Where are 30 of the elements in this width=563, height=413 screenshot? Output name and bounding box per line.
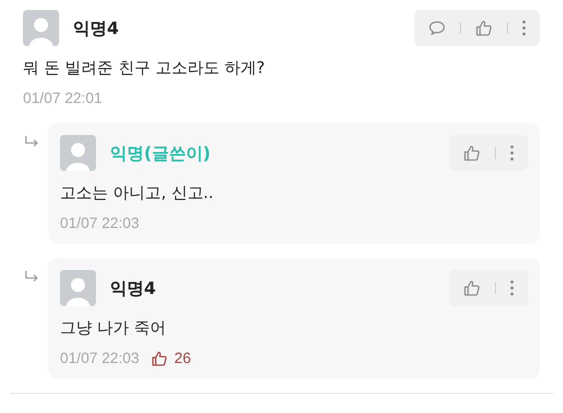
more-button[interactable] — [510, 145, 514, 161]
more-icon — [510, 280, 514, 296]
reply-arrow-icon — [24, 270, 40, 284]
author-name: 익명4 — [110, 278, 156, 300]
more-icon — [522, 20, 526, 36]
comment-time: 01/07 22:03 — [60, 350, 140, 367]
comment-text: 뭐 돈 빌려준 친구 고소라도 하게? — [23, 58, 266, 79]
comment-time: 01/07 22:03 — [60, 215, 140, 232]
avatar-icon — [60, 270, 96, 306]
reply-arrow-icon — [24, 135, 40, 149]
more-button[interactable] — [522, 20, 526, 36]
like-button[interactable] — [475, 19, 493, 37]
comment-time: 01/07 22:01 — [23, 90, 102, 107]
like-button[interactable] — [463, 279, 481, 297]
thumbs-up-icon — [151, 350, 168, 367]
like-count: 26 — [174, 350, 191, 367]
more-button[interactable] — [510, 280, 514, 296]
author-name: 익명4 — [73, 18, 119, 40]
avatar-icon — [60, 135, 96, 171]
comment-text: 그냥 나가 죽어 — [60, 318, 168, 339]
like-button[interactable] — [463, 144, 481, 162]
thumbs-up-icon — [463, 144, 481, 162]
speech-bubble-icon — [428, 20, 446, 36]
comment-text: 고소는 아니고, 신고.. — [60, 183, 214, 204]
comment-button[interactable] — [428, 20, 446, 36]
author-name: 익명(글쓴이) — [110, 142, 211, 164]
thumbs-up-icon — [463, 279, 481, 297]
more-icon — [510, 145, 514, 161]
thumbs-up-icon — [475, 19, 493, 37]
avatar-icon — [23, 10, 59, 46]
